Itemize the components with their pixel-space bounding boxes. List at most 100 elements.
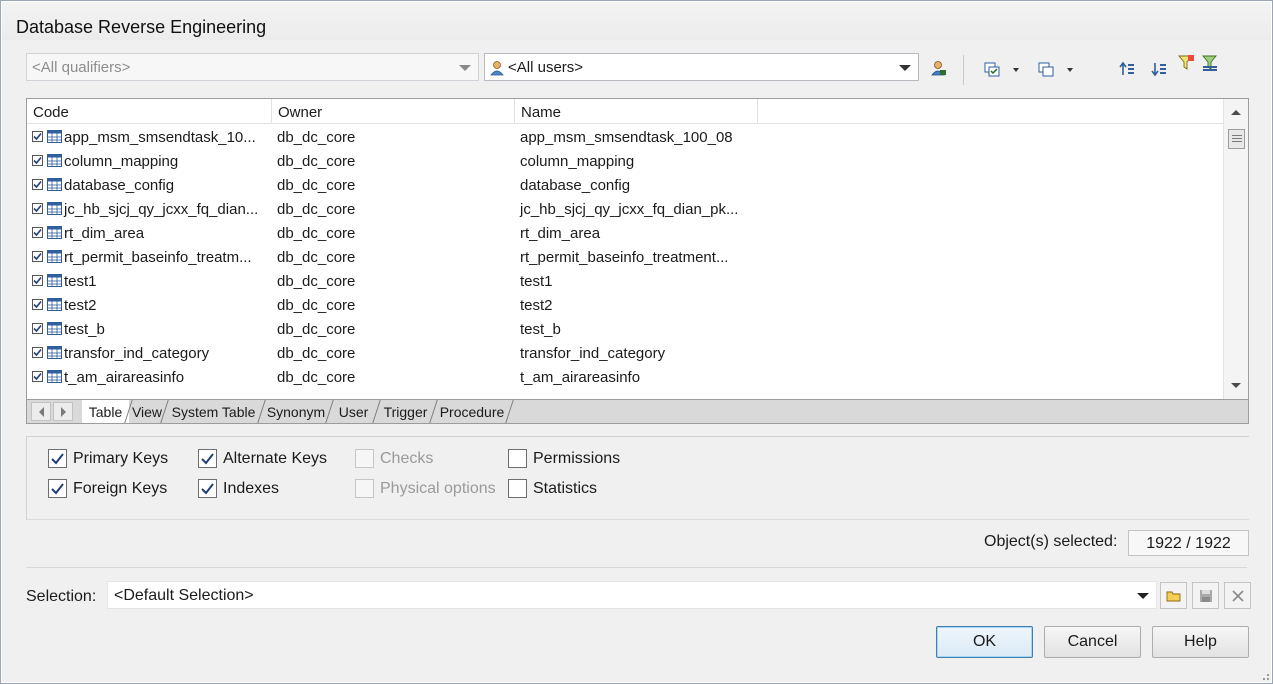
scroll-down-icon[interactable] xyxy=(1230,382,1242,390)
row-checkbox[interactable] xyxy=(32,371,43,382)
table-row[interactable]: transfor_ind_category db_dc_core transfor_… xyxy=(27,341,1223,365)
row-owner: db_dc_core xyxy=(277,129,356,146)
table-icon xyxy=(47,298,62,311)
row-owner: db_dc_core xyxy=(277,177,356,194)
row-checkbox[interactable] xyxy=(32,203,43,214)
selection-combobox[interactable]: <Default Selection> xyxy=(107,581,1157,609)
primary-keys-label: Primary Keys xyxy=(73,450,169,467)
checkmark-icon xyxy=(33,204,42,213)
column-header-owner[interactable]: Owner xyxy=(272,99,515,124)
open-selection-button[interactable] xyxy=(1160,582,1187,609)
grip-icon xyxy=(1232,135,1242,142)
users-combobox[interactable]: <All users> xyxy=(484,53,919,81)
checkmark-icon xyxy=(33,300,42,309)
ok-button[interactable]: OK xyxy=(936,626,1033,658)
row-owner: db_dc_core xyxy=(277,345,356,362)
deselect-dropdown-caret[interactable] xyxy=(1067,68,1073,72)
tab-user[interactable]: User xyxy=(330,400,377,423)
checkbox-box xyxy=(508,479,527,498)
divider xyxy=(26,567,1247,568)
row-owner: db_dc_core xyxy=(277,273,356,290)
row-checkbox[interactable] xyxy=(32,323,43,334)
row-code: test1 xyxy=(64,273,97,290)
row-owner: db_dc_core xyxy=(277,249,356,266)
move-down-icon[interactable] xyxy=(1150,60,1168,78)
list-vertical-scrollbar[interactable] xyxy=(1223,99,1248,399)
select-all-icon[interactable] xyxy=(983,60,1001,78)
delete-selection-button xyxy=(1224,582,1251,609)
checkmark-icon xyxy=(33,276,42,285)
table-row[interactable]: test2 db_dc_core test2 xyxy=(27,293,1223,317)
move-up-icon[interactable] xyxy=(1118,60,1136,78)
checkmark-icon xyxy=(201,453,214,465)
table-icon xyxy=(47,274,62,287)
table-row[interactable]: app_msm_smsendtask_10... db_dc_core app_ms… xyxy=(27,125,1223,149)
chevron-down-icon xyxy=(899,65,911,71)
row-checkbox[interactable] xyxy=(32,155,43,166)
column-header-code[interactable]: Code xyxy=(27,99,272,124)
save-icon xyxy=(1200,590,1212,602)
resize-grip-icon[interactable] xyxy=(1259,670,1271,682)
user-icon xyxy=(490,61,504,76)
row-code: test_b xyxy=(64,321,105,338)
scroll-up-icon[interactable] xyxy=(1230,108,1242,116)
tab-procedure[interactable]: Procedure xyxy=(434,400,510,423)
objects-list[interactable]: Code Owner Name app_msm_smsendtask_10...… xyxy=(26,98,1249,400)
row-code: test2 xyxy=(64,297,97,314)
table-icon xyxy=(47,154,62,167)
table-icon xyxy=(47,250,62,263)
table-row[interactable]: test1 db_dc_core test1 xyxy=(27,269,1223,293)
row-owner: db_dc_core xyxy=(277,201,356,218)
owner-user-icon[interactable] xyxy=(929,59,947,77)
close-icon xyxy=(1232,590,1244,602)
list-header: Code Owner Name xyxy=(27,99,1223,124)
table-row[interactable]: jc_hb_sjcj_qy_jcxx_fq_dian... db_dc_core j… xyxy=(27,197,1223,221)
row-checkbox[interactable] xyxy=(32,299,43,310)
table-row[interactable]: column_mapping db_dc_core column_mapping xyxy=(27,149,1223,173)
row-checkbox[interactable] xyxy=(32,347,43,358)
cancel-button[interactable]: Cancel xyxy=(1044,626,1141,658)
scrollbar-thumb[interactable] xyxy=(1228,129,1245,149)
table-icon xyxy=(47,202,62,215)
table-row[interactable]: rt_dim_area db_dc_core rt_dim_area xyxy=(27,221,1223,245)
checkmark-icon xyxy=(33,324,42,333)
tab-system-table[interactable]: System Table xyxy=(165,400,262,423)
row-code: t_am_airareasinfo xyxy=(64,369,185,386)
row-checkbox[interactable] xyxy=(32,227,43,238)
tab-trigger[interactable]: Trigger xyxy=(377,400,434,423)
checks-label: Checks xyxy=(380,450,434,467)
row-code: rt_permit_baseinfo_treatm... xyxy=(64,249,252,266)
column-header-name[interactable]: Name xyxy=(515,99,758,124)
checkmark-icon xyxy=(33,348,42,357)
table-row[interactable]: database_config db_dc_core database_config xyxy=(27,173,1223,197)
tab-view[interactable]: View xyxy=(129,400,165,423)
select-dropdown-caret[interactable] xyxy=(1013,68,1019,72)
row-code: column_mapping xyxy=(64,153,179,170)
row-code: transfor_ind_category xyxy=(64,345,210,362)
row-owner: db_dc_core xyxy=(277,369,356,386)
objects-selected-count: 1922 / 1922 xyxy=(1128,530,1249,556)
physical-options-label: Physical options xyxy=(380,480,496,497)
tab-synonym[interactable]: Synonym xyxy=(262,400,330,423)
row-checkbox[interactable] xyxy=(32,251,43,262)
filter-icon[interactable] xyxy=(1177,54,1195,72)
table-row[interactable]: test_b db_dc_core test_b xyxy=(27,317,1223,341)
toolbar-separator xyxy=(963,55,964,85)
row-name: rt_dim_area xyxy=(520,225,601,242)
table-row[interactable]: t_am_airareasinfo db_dc_core t_am_airareas… xyxy=(27,365,1223,389)
row-checkbox[interactable] xyxy=(32,131,43,142)
chevron-down-icon xyxy=(1137,593,1149,599)
row-checkbox[interactable] xyxy=(32,179,43,190)
table-row[interactable]: rt_permit_baseinfo_treatm... db_dc_core rt… xyxy=(27,245,1223,269)
qualifiers-value: <All qualifiers> xyxy=(32,59,131,76)
statistics-label: Statistics xyxy=(533,480,598,497)
checkmark-icon xyxy=(33,180,42,189)
tab-scroll-right-button[interactable] xyxy=(53,402,73,421)
tab-scroll-left-button[interactable] xyxy=(31,402,51,421)
row-checkbox[interactable] xyxy=(32,275,43,286)
help-button[interactable]: Help xyxy=(1152,626,1249,658)
deselect-icon[interactable] xyxy=(1037,60,1055,78)
tab-table[interactable]: Table xyxy=(82,400,129,423)
filter-clear-icon[interactable] xyxy=(1201,54,1219,72)
row-name: t_am_airareasinfo xyxy=(520,369,641,386)
